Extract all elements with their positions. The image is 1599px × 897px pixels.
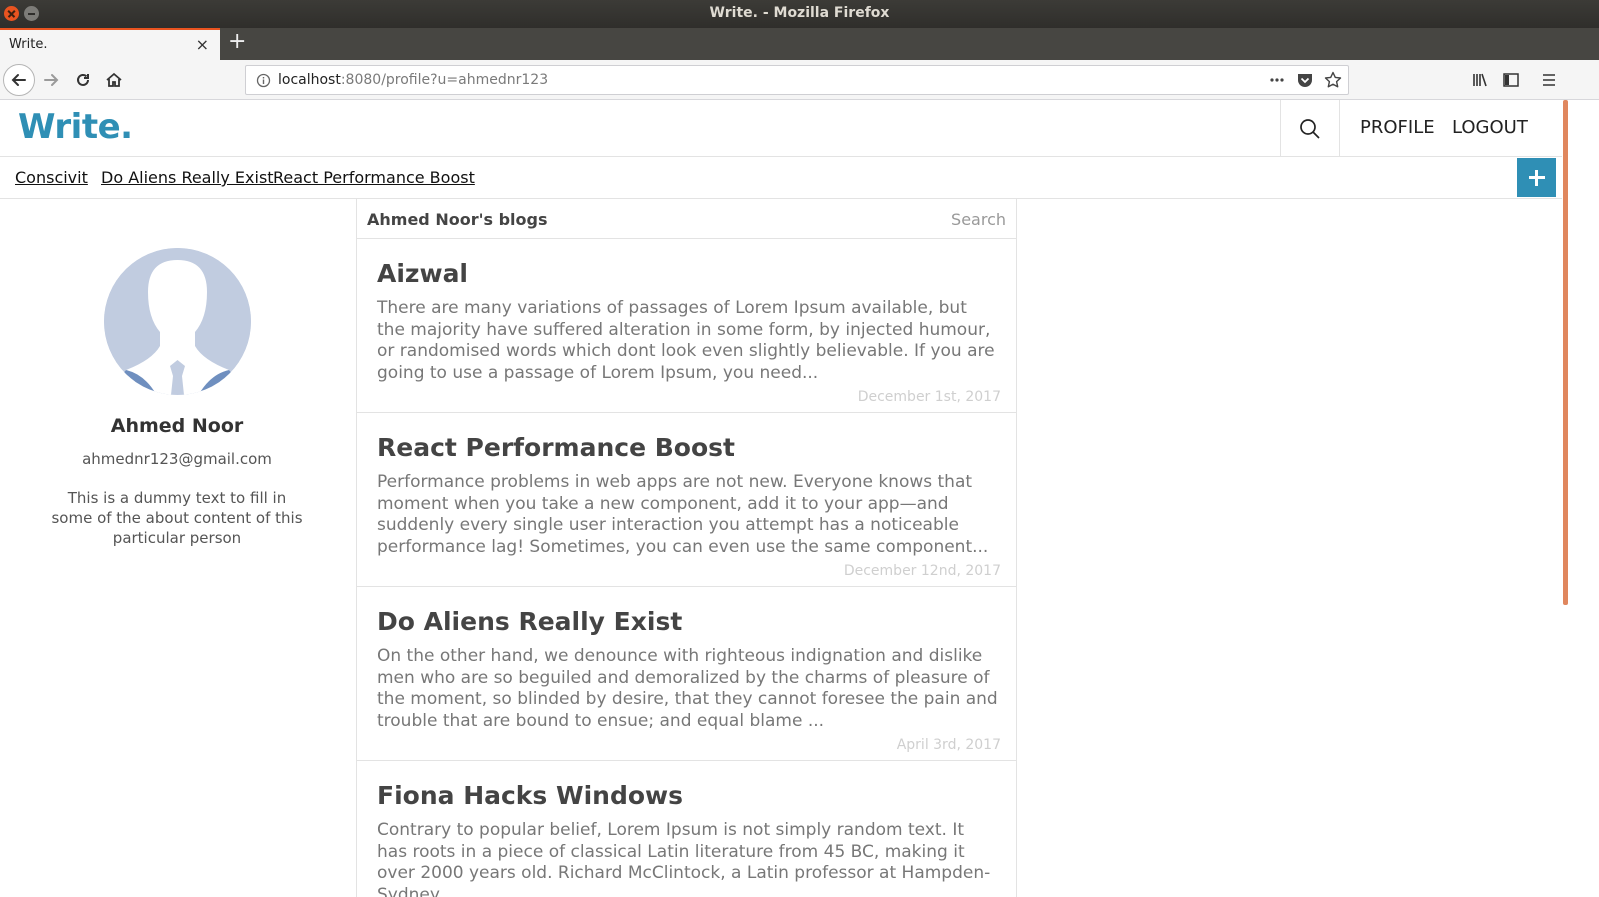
library-icon[interactable] — [1466, 66, 1494, 94]
blog-post[interactable]: Fiona Hacks Windows Contrary to popular … — [357, 761, 1016, 897]
nav-profile-link[interactable]: PROFILE — [1360, 117, 1435, 138]
new-tab-button[interactable]: + — [228, 29, 246, 54]
tab-label: Write. — [9, 37, 48, 52]
tab-write[interactable]: Write. × — [0, 28, 220, 60]
blog-list: Ahmed Noor's blogs Search Aizwal There a… — [356, 199, 1017, 897]
navigation-toolbar: localhost:8080/profile?u=ahmednr123 — [0, 60, 1599, 100]
sidebar-icon[interactable] — [1497, 66, 1525, 94]
blog-list-header: Ahmed Noor's blogs Search — [357, 199, 1016, 239]
url-text: localhost:8080/profile?u=ahmednr123 — [278, 72, 548, 88]
tab-close-icon[interactable]: × — [196, 35, 209, 54]
post-excerpt: Performance problems in web apps are not… — [377, 472, 989, 558]
window-edge — [1568, 100, 1599, 897]
profile-name: Ahmed Noor — [110, 415, 244, 437]
avatar — [104, 248, 251, 395]
home-icon[interactable] — [100, 66, 128, 94]
back-icon[interactable] — [3, 64, 35, 96]
site-header: Write. PROFILE LOGOUT — [0, 100, 1562, 157]
blog-subnav: Conscivit Do Aliens Really Exist React P… — [0, 157, 1562, 199]
nav-logout-link[interactable]: LOGOUT — [1452, 117, 1528, 138]
post-title[interactable]: Do Aliens Really Exist — [377, 607, 682, 636]
more-icon[interactable] — [1268, 71, 1286, 93]
pocket-icon[interactable] — [1296, 71, 1314, 93]
bookmark-star-icon[interactable] — [1324, 71, 1342, 93]
post-excerpt: There are many variations of passages of… — [377, 298, 995, 384]
blog-post[interactable]: React Performance Boost Performance prob… — [357, 413, 1016, 587]
tab-strip: Write. × + — [0, 28, 1599, 60]
subnav-link-aliens[interactable]: Do Aliens Really Exist — [101, 168, 274, 187]
post-title[interactable]: React Performance Boost — [377, 433, 735, 462]
blog-post[interactable]: Do Aliens Really Exist On the other hand… — [357, 587, 1016, 761]
profile-about: This is a dummy text to fill in some of … — [51, 489, 303, 547]
profile-email: ahmednr123@gmail.com — [82, 450, 272, 468]
subnav-link-conscivit[interactable]: Conscivit — [15, 168, 88, 187]
add-post-button[interactable] — [1517, 158, 1556, 197]
post-date: December 12nd, 2017 — [843, 563, 1001, 579]
window-title: Write. - Mozilla Firefox — [709, 5, 890, 21]
site-logo[interactable]: Write. — [18, 107, 133, 147]
window-titlebar: Write. - Mozilla Firefox — [0, 0, 1599, 28]
url-bar[interactable]: localhost:8080/profile?u=ahmednr123 — [245, 65, 1349, 95]
post-title[interactable]: Aizwal — [377, 259, 468, 288]
url-actions — [1268, 71, 1342, 93]
forward-icon[interactable] — [37, 66, 65, 94]
blog-post[interactable]: Aizwal There are many variations of pass… — [357, 239, 1016, 413]
blog-list-title: Ahmed Noor's blogs — [367, 210, 548, 229]
reload-icon[interactable] — [69, 66, 97, 94]
post-title[interactable]: Fiona Hacks Windows — [377, 781, 683, 810]
url-host: localhost — [278, 72, 341, 88]
web-page: Write. PROFILE LOGOUT Conscivit Do Alien… — [0, 100, 1562, 897]
subnav-link-react[interactable]: React Performance Boost — [273, 168, 475, 187]
post-excerpt: On the other hand, we denounce with righ… — [377, 646, 998, 732]
search-icon[interactable] — [1280, 100, 1340, 157]
menu-icon[interactable] — [1535, 66, 1563, 94]
post-date: April 3rd, 2017 — [896, 737, 1001, 753]
blog-search-input[interactable]: Search — [951, 210, 1006, 229]
post-date: December 1st, 2017 — [857, 389, 1001, 405]
url-path: :8080/profile?u=ahmednr123 — [340, 72, 549, 88]
info-icon[interactable] — [256, 73, 271, 92]
post-excerpt: Contrary to popular belief, Lorem Ipsum … — [377, 820, 991, 897]
